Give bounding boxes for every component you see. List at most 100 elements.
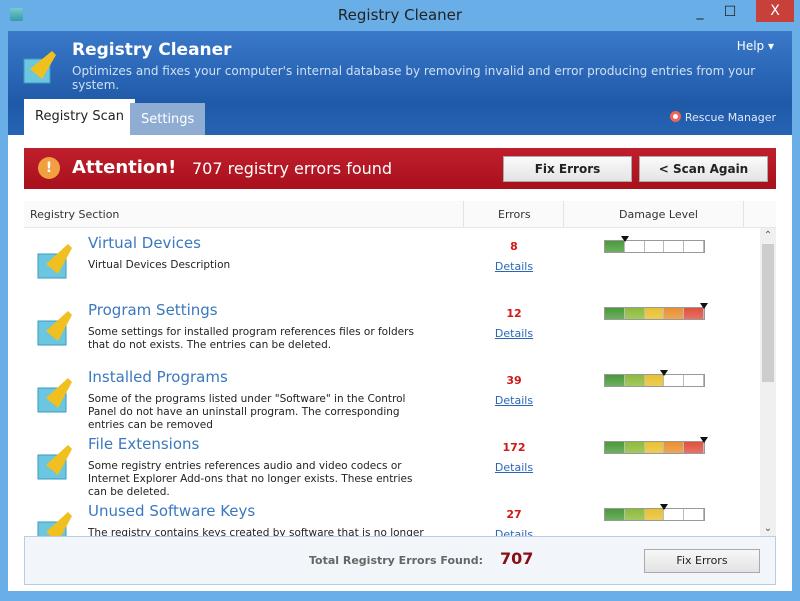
registry-section-icon bbox=[37, 244, 72, 279]
error-count: 8 bbox=[510, 240, 518, 253]
damage-meter-segment bbox=[624, 241, 645, 252]
damage-meter-segment bbox=[684, 308, 704, 319]
section-name[interactable]: Virtual Devices bbox=[88, 234, 201, 252]
registry-section-icon bbox=[37, 378, 72, 413]
total-errors-value: 707 bbox=[500, 549, 534, 568]
table-row[interactable]: Unused Software Keys The registry contai… bbox=[24, 496, 760, 536]
errors-found-message: 707 registry errors found bbox=[192, 159, 393, 178]
damage-meter-segment bbox=[664, 241, 685, 252]
warning-icon: ! bbox=[38, 157, 60, 179]
table-row[interactable]: Installed Programs Some of the programs … bbox=[24, 362, 760, 431]
damage-meter bbox=[604, 236, 705, 253]
details-link[interactable]: Details bbox=[494, 394, 534, 407]
damage-meter-segment bbox=[644, 442, 665, 453]
col-damage-level[interactable]: Damage Level bbox=[619, 208, 698, 221]
damage-meter-segment bbox=[684, 509, 704, 520]
section-name[interactable]: Unused Software Keys bbox=[88, 502, 255, 520]
damage-meter-segment bbox=[644, 375, 665, 386]
attention-banner: ! Attention! 707 registry errors found F… bbox=[24, 148, 776, 189]
details-link[interactable]: Details bbox=[494, 260, 534, 273]
damage-marker-icon bbox=[700, 303, 708, 309]
damage-meter bbox=[604, 370, 705, 387]
window-title: Registry Cleaner bbox=[337, 6, 463, 24]
error-count: 27 bbox=[506, 508, 522, 521]
summary-footer: Total Registry Errors Found: 707 Fix Err… bbox=[24, 536, 776, 585]
lifebuoy-icon bbox=[669, 111, 681, 122]
app-subtitle: Optimizes and fixes your computer's inte… bbox=[72, 64, 756, 92]
total-errors-label: Total Registry Errors Found: bbox=[309, 554, 483, 567]
rescue-manager-link[interactable]: Rescue Manager bbox=[669, 111, 776, 124]
damage-meter-segment bbox=[624, 375, 645, 386]
rescue-manager-label: Rescue Manager bbox=[684, 111, 776, 124]
damage-meter bbox=[604, 437, 708, 454]
damage-meter-segment bbox=[605, 509, 625, 520]
section-name[interactable]: Installed Programs bbox=[88, 368, 228, 386]
help-menu[interactable]: Help ▾ bbox=[737, 39, 774, 53]
details-link[interactable]: Details bbox=[494, 528, 534, 536]
details-link[interactable]: Details bbox=[494, 327, 534, 340]
damage-meter bbox=[604, 303, 708, 320]
registry-section-icon bbox=[37, 311, 72, 346]
damage-meter-segment bbox=[664, 509, 685, 520]
registry-cleaner-logo-icon bbox=[23, 51, 56, 84]
damage-meter-segment bbox=[644, 241, 665, 252]
damage-marker-icon bbox=[620, 236, 629, 242]
details-link[interactable]: Details bbox=[494, 461, 534, 474]
maximize-button[interactable]: ☐ bbox=[716, 4, 744, 26]
damage-marker-icon bbox=[660, 370, 669, 376]
damage-meter-segment bbox=[684, 241, 704, 252]
table-row[interactable]: Virtual Devices Virtual Devices Descript… bbox=[24, 228, 760, 295]
damage-meter bbox=[604, 504, 705, 521]
error-count: 12 bbox=[506, 307, 522, 320]
minimize-button[interactable]: _ bbox=[686, 4, 714, 26]
col-registry-section[interactable]: Registry Section bbox=[30, 208, 119, 221]
table-row[interactable]: Program Settings Some settings for insta… bbox=[24, 295, 760, 362]
damage-meter-segment bbox=[605, 442, 625, 453]
app-header: Registry Cleaner Optimizes and fixes you… bbox=[8, 31, 792, 135]
section-description: Virtual Devices Description bbox=[88, 259, 231, 271]
damage-meter-segment bbox=[664, 442, 685, 453]
damage-meter-segment bbox=[664, 308, 685, 319]
damage-meter-segment bbox=[605, 375, 625, 386]
damage-marker-icon bbox=[660, 504, 669, 510]
damage-meter-segment bbox=[684, 375, 704, 386]
damage-meter-segment bbox=[664, 375, 685, 386]
app-title: Registry Cleaner bbox=[72, 40, 232, 60]
footer-fix-errors-button[interactable]: Fix Errors bbox=[644, 549, 760, 573]
scrollbar-thumb[interactable] bbox=[762, 244, 774, 382]
close-button[interactable]: X bbox=[756, 0, 794, 22]
section-description: Some of the programs listed under "Softw… bbox=[88, 393, 406, 431]
scroll-down-arrow-icon[interactable]: ⌄ bbox=[760, 523, 776, 534]
damage-meter-segment bbox=[605, 241, 625, 252]
tab-registry-scan[interactable]: Registry Scan bbox=[24, 99, 135, 135]
registry-section-list: Virtual Devices Virtual Devices Descript… bbox=[24, 228, 760, 536]
damage-meter-segment bbox=[624, 509, 645, 520]
table-row[interactable]: File Extensions Some registry entries re… bbox=[24, 429, 760, 498]
damage-meter-segment bbox=[624, 442, 645, 453]
scroll-up-arrow-icon[interactable]: ⌃ bbox=[760, 230, 776, 241]
damage-marker-icon bbox=[700, 437, 708, 443]
title-bar: Registry Cleaner _ ☐ X bbox=[0, 0, 800, 31]
damage-meter-segment bbox=[624, 308, 645, 319]
damage-meter-segment bbox=[605, 308, 625, 319]
tab-settings[interactable]: Settings bbox=[130, 103, 206, 135]
damage-meter-segment bbox=[644, 308, 665, 319]
attention-title: Attention! bbox=[72, 157, 177, 178]
fix-errors-button[interactable]: Fix Errors bbox=[503, 156, 632, 182]
damage-meter-segment bbox=[684, 442, 704, 453]
section-name[interactable]: Program Settings bbox=[88, 301, 218, 319]
error-count: 172 bbox=[502, 441, 526, 454]
section-description: The registry contains keys created by so… bbox=[88, 527, 424, 536]
damage-meter-segment bbox=[644, 509, 665, 520]
registry-section-icon bbox=[37, 512, 72, 536]
col-errors[interactable]: Errors bbox=[498, 208, 531, 221]
registry-section-icon bbox=[37, 445, 72, 480]
vertical-scrollbar[interactable]: ⌃ ⌄ bbox=[760, 228, 776, 536]
table-header: Registry Section Errors Damage Level bbox=[24, 201, 776, 228]
error-count: 39 bbox=[506, 374, 522, 387]
section-name[interactable]: File Extensions bbox=[88, 435, 199, 453]
main-panel: ! Attention! 707 registry errors found F… bbox=[8, 135, 792, 591]
section-description: Some settings for installed program refe… bbox=[88, 326, 414, 351]
section-description: Some registry entries references audio a… bbox=[88, 460, 413, 498]
scan-again-button[interactable]: < Scan Again bbox=[639, 156, 768, 182]
